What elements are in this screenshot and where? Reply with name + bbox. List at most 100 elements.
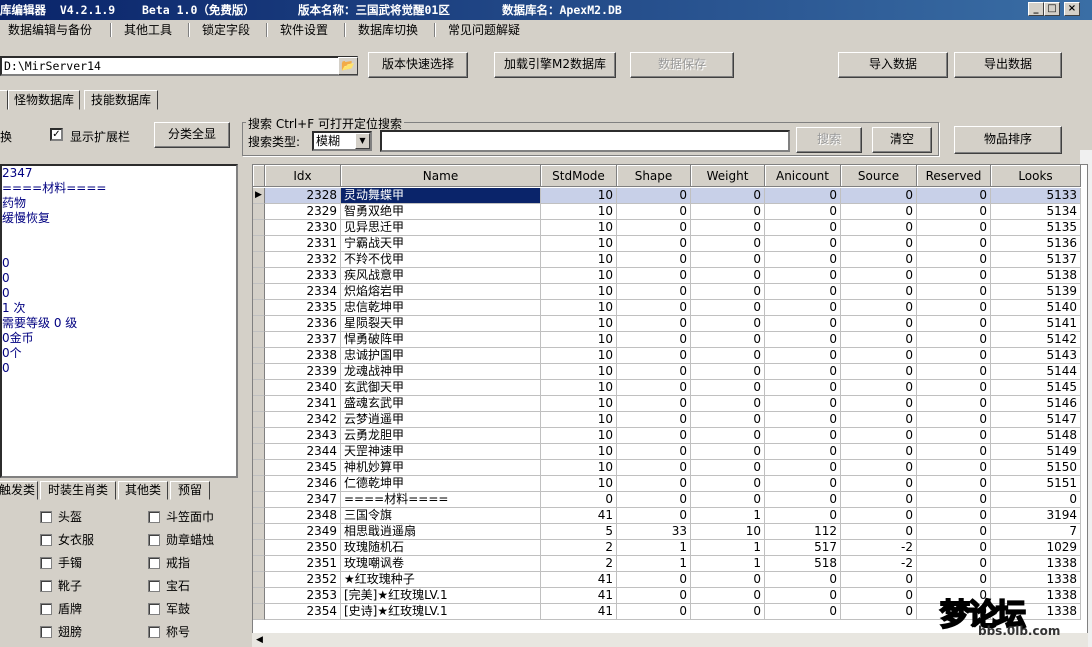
cell-col-weight[interactable]: 0 — [691, 268, 765, 284]
cell-col-idx[interactable]: 2346 — [265, 476, 341, 492]
import-data-button[interactable]: 导入数据 — [838, 52, 948, 78]
cell-col-looks[interactable]: 5151 — [991, 476, 1081, 492]
cell-col-anicount[interactable]: 0 — [765, 476, 841, 492]
cell-col-idx[interactable]: 2334 — [265, 284, 341, 300]
row-indicator[interactable] — [253, 252, 265, 268]
checkbox-box[interactable] — [40, 557, 52, 569]
checkbox-box[interactable] — [148, 511, 160, 523]
category-checkbox[interactable]: 靴子 — [40, 579, 82, 593]
row-indicator[interactable] — [253, 476, 265, 492]
cell-col-stdmode[interactable]: 5 — [541, 524, 617, 540]
category-checkbox[interactable]: 戒指 — [148, 556, 190, 570]
cell-col-stdmode[interactable]: 10 — [541, 220, 617, 236]
category-checkbox[interactable]: 宝石 — [148, 579, 190, 593]
cell-col-shape[interactable]: 0 — [617, 332, 691, 348]
category-checkbox[interactable]: 军鼓 — [148, 602, 190, 616]
cell-col-idx[interactable]: 2332 — [265, 252, 341, 268]
cell-col-shape[interactable]: 0 — [617, 300, 691, 316]
cell-col-shape[interactable]: 0 — [617, 348, 691, 364]
items-grid[interactable]: Idx Name StdMode Shape Weight Anicount Source R… — [252, 164, 1088, 646]
cell-col-idx[interactable]: 2335 — [265, 300, 341, 316]
cell-col-source[interactable]: 0 — [841, 572, 917, 588]
cell-col-stdmode[interactable]: 10 — [541, 460, 617, 476]
cell-col-anicount[interactable]: 0 — [765, 412, 841, 428]
cell-col-anicount[interactable]: 112 — [765, 524, 841, 540]
cell-col-anicount[interactable]: 0 — [765, 588, 841, 604]
cell-col-reserved[interactable]: 0 — [917, 492, 991, 508]
cell-col-weight[interactable]: 10 — [691, 524, 765, 540]
cell-col-name[interactable]: 仁德乾坤甲 — [341, 476, 541, 492]
cell-col-stdmode[interactable]: 10 — [541, 284, 617, 300]
cell-col-shape[interactable]: 0 — [617, 460, 691, 476]
header-col-stdmode[interactable]: StdMode — [541, 165, 617, 187]
cell-col-idx[interactable]: 2342 — [265, 412, 341, 428]
cell-col-reserved[interactable]: 0 — [917, 396, 991, 412]
cell-col-reserved[interactable]: 0 — [917, 268, 991, 284]
cell-col-weight[interactable]: 0 — [691, 572, 765, 588]
cell-col-stdmode[interactable]: 10 — [541, 268, 617, 284]
cell-col-reserved[interactable]: 0 — [917, 540, 991, 556]
cell-col-weight[interactable]: 0 — [691, 348, 765, 364]
cell-col-looks[interactable]: 5140 — [991, 300, 1081, 316]
cell-col-idx[interactable]: 2353 — [265, 588, 341, 604]
cell-col-name[interactable]: 盛魂玄武甲 — [341, 396, 541, 412]
cell-col-weight[interactable]: 0 — [691, 332, 765, 348]
cell-col-looks[interactable]: 7 — [991, 524, 1081, 540]
row-indicator[interactable] — [253, 428, 265, 444]
cell-col-idx[interactable]: 2328 — [265, 188, 341, 204]
cell-col-reserved[interactable]: 0 — [917, 204, 991, 220]
cell-col-reserved[interactable]: 0 — [917, 428, 991, 444]
row-indicator[interactable] — [253, 604, 265, 620]
cell-col-reserved[interactable]: 0 — [917, 412, 991, 428]
cell-col-anicount[interactable]: 0 — [765, 204, 841, 220]
cell-col-looks[interactable]: 5146 — [991, 396, 1081, 412]
row-indicator[interactable] — [253, 348, 265, 364]
row-indicator[interactable] — [253, 588, 265, 604]
cell-col-anicount[interactable]: 0 — [765, 284, 841, 300]
row-indicator[interactable] — [253, 508, 265, 524]
cell-col-anicount[interactable]: 0 — [765, 460, 841, 476]
cell-col-shape[interactable]: 0 — [617, 412, 691, 428]
cell-col-weight[interactable]: 0 — [691, 604, 765, 620]
cell-col-stdmode[interactable]: 10 — [541, 332, 617, 348]
cell-col-idx[interactable]: 2331 — [265, 236, 341, 252]
splitter[interactable] — [240, 164, 250, 646]
cell-col-anicount[interactable]: 518 — [765, 556, 841, 572]
cell-col-source[interactable]: -2 — [841, 540, 917, 556]
tab-skill-db[interactable]: 技能数据库 — [84, 90, 158, 110]
cell-col-source[interactable]: 0 — [841, 444, 917, 460]
cell-col-shape[interactable]: 0 — [617, 316, 691, 332]
cell-col-stdmode[interactable]: 10 — [541, 476, 617, 492]
search-type-select[interactable]: 模糊 ▼ — [312, 131, 372, 151]
row-indicator[interactable] — [253, 524, 265, 540]
checkbox-box[interactable] — [40, 603, 52, 615]
cell-col-source[interactable]: 0 — [841, 220, 917, 236]
cell-col-reserved[interactable]: 0 — [917, 572, 991, 588]
row-indicator[interactable] — [253, 444, 265, 460]
row-indicator[interactable] — [253, 204, 265, 220]
cell-col-weight[interactable]: 0 — [691, 492, 765, 508]
cell-col-weight[interactable]: 0 — [691, 460, 765, 476]
header-col-idx[interactable]: Idx — [265, 165, 341, 187]
checkbox-box[interactable] — [40, 580, 52, 592]
cell-col-weight[interactable]: 1 — [691, 556, 765, 572]
cell-col-shape[interactable]: 0 — [617, 508, 691, 524]
cell-col-shape[interactable]: 0 — [617, 236, 691, 252]
category-checkbox[interactable]: 女衣服 — [40, 533, 94, 547]
cell-col-idx[interactable]: 2338 — [265, 348, 341, 364]
cell-col-source[interactable]: 0 — [841, 268, 917, 284]
cell-col-shape[interactable]: 0 — [617, 428, 691, 444]
cell-col-name[interactable]: 星陨裂天甲 — [341, 316, 541, 332]
cell-col-looks[interactable]: 1338 — [991, 556, 1081, 572]
cell-col-idx[interactable]: 2333 — [265, 268, 341, 284]
cell-col-shape[interactable]: 0 — [617, 604, 691, 620]
cell-col-looks[interactable]: 5141 — [991, 316, 1081, 332]
cell-col-stdmode[interactable]: 41 — [541, 604, 617, 620]
category-checkbox[interactable]: 头盔 — [40, 510, 82, 524]
version-select-button[interactable]: 版本快速选择 — [368, 52, 468, 78]
cell-col-name[interactable]: 忠信乾坤甲 — [341, 300, 541, 316]
row-indicator[interactable] — [253, 300, 265, 316]
row-indicator[interactable] — [253, 332, 265, 348]
cell-col-source[interactable]: 0 — [841, 412, 917, 428]
checkbox-box[interactable] — [40, 534, 52, 546]
